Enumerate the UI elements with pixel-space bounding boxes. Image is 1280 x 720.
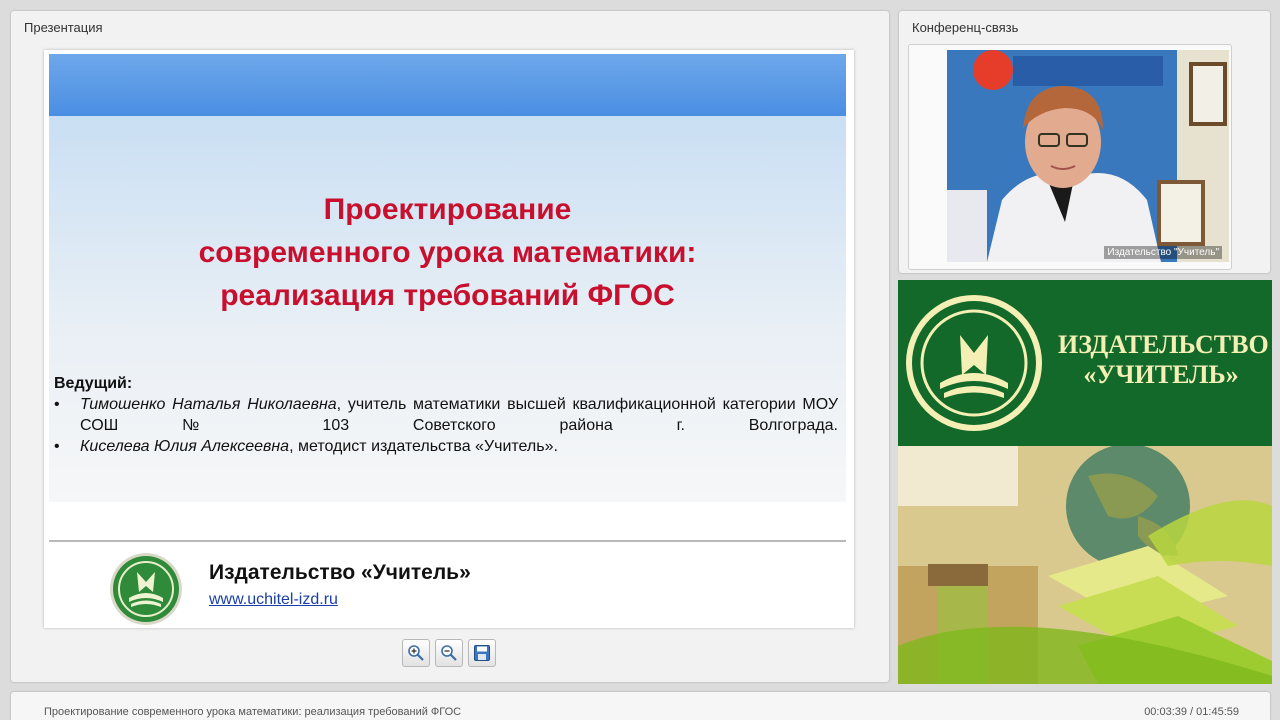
presenter-item: Тимошенко Наталья Николаевна, учитель ма… [54, 394, 838, 436]
books-globe-image [898, 446, 1272, 684]
publisher-url-link[interactable]: www.uchitel-izd.ru [209, 591, 338, 609]
books-illustration [898, 446, 1272, 684]
zoom-in-icon [408, 645, 424, 661]
webinar-title: Проектирование современного урока матема… [44, 706, 462, 718]
presenter-description: , методист издательства «Учитель». [289, 438, 558, 455]
publisher-logo [110, 553, 182, 625]
zoom-out-icon [441, 645, 457, 661]
slide-title: Проектирование современного урока матема… [49, 188, 846, 317]
bottom-status-bar: Проектирование современного урока матема… [11, 692, 1270, 720]
presentation-panel-title: Презентация [24, 20, 103, 35]
presenter-name: Тимошенко Наталья Николаевна [80, 396, 337, 413]
video-caption: Издательство "Учитель" [1104, 246, 1222, 259]
webcam-video[interactable]: Издательство "Учитель" [947, 50, 1229, 262]
publisher-name: Издательство «Учитель» [209, 561, 471, 584]
banner-text: ИЗДАТЕЛЬСТВО «УЧИТЕЛЬ» [1058, 330, 1269, 390]
banner-line: ИЗДАТЕЛЬСТВО [1058, 330, 1269, 359]
floppy-disk-icon [474, 645, 490, 661]
presenters-block: Ведущий: Тимошенко Наталья Николаевна, у… [54, 373, 838, 457]
save-button[interactable] [468, 639, 496, 667]
banner-line: «УЧИТЕЛЬ» [1083, 360, 1239, 389]
slide-divider [49, 540, 846, 542]
zoom-out-button[interactable] [435, 639, 463, 667]
presentation-panel: Презентация Проектирование современного … [11, 11, 889, 682]
presenters-heading: Ведущий: [54, 375, 133, 392]
slide-title-line: современного урока математики: [198, 236, 697, 269]
slide-toolbar [402, 639, 496, 667]
presenter-item: Киселева Юлия Алексеевна, методист издат… [54, 436, 838, 457]
conference-panel: Конференц-связь Издательство "Учитель" [899, 11, 1270, 273]
slide-title-line: Проектирование [323, 193, 572, 226]
presentation-slide: Проектирование современного урока матема… [44, 50, 854, 628]
speaker-video-frame [947, 50, 1229, 262]
zoom-in-button[interactable] [402, 639, 430, 667]
video-container: Издательство "Учитель" [908, 44, 1232, 270]
publisher-emblem-icon [906, 295, 1042, 431]
slide-title-line: реализация требований ФГОС [220, 279, 675, 312]
slide-header-bar [49, 54, 846, 116]
publisher-banner: ИЗДАТЕЛЬСТВО «УЧИТЕЛЬ» [898, 280, 1272, 446]
playback-time: 00:03:39 / 01:45:59 [1144, 706, 1239, 718]
conference-panel-title: Конференц-связь [912, 20, 1019, 35]
presenter-name: Киселева Юлия Алексеевна [80, 438, 290, 455]
